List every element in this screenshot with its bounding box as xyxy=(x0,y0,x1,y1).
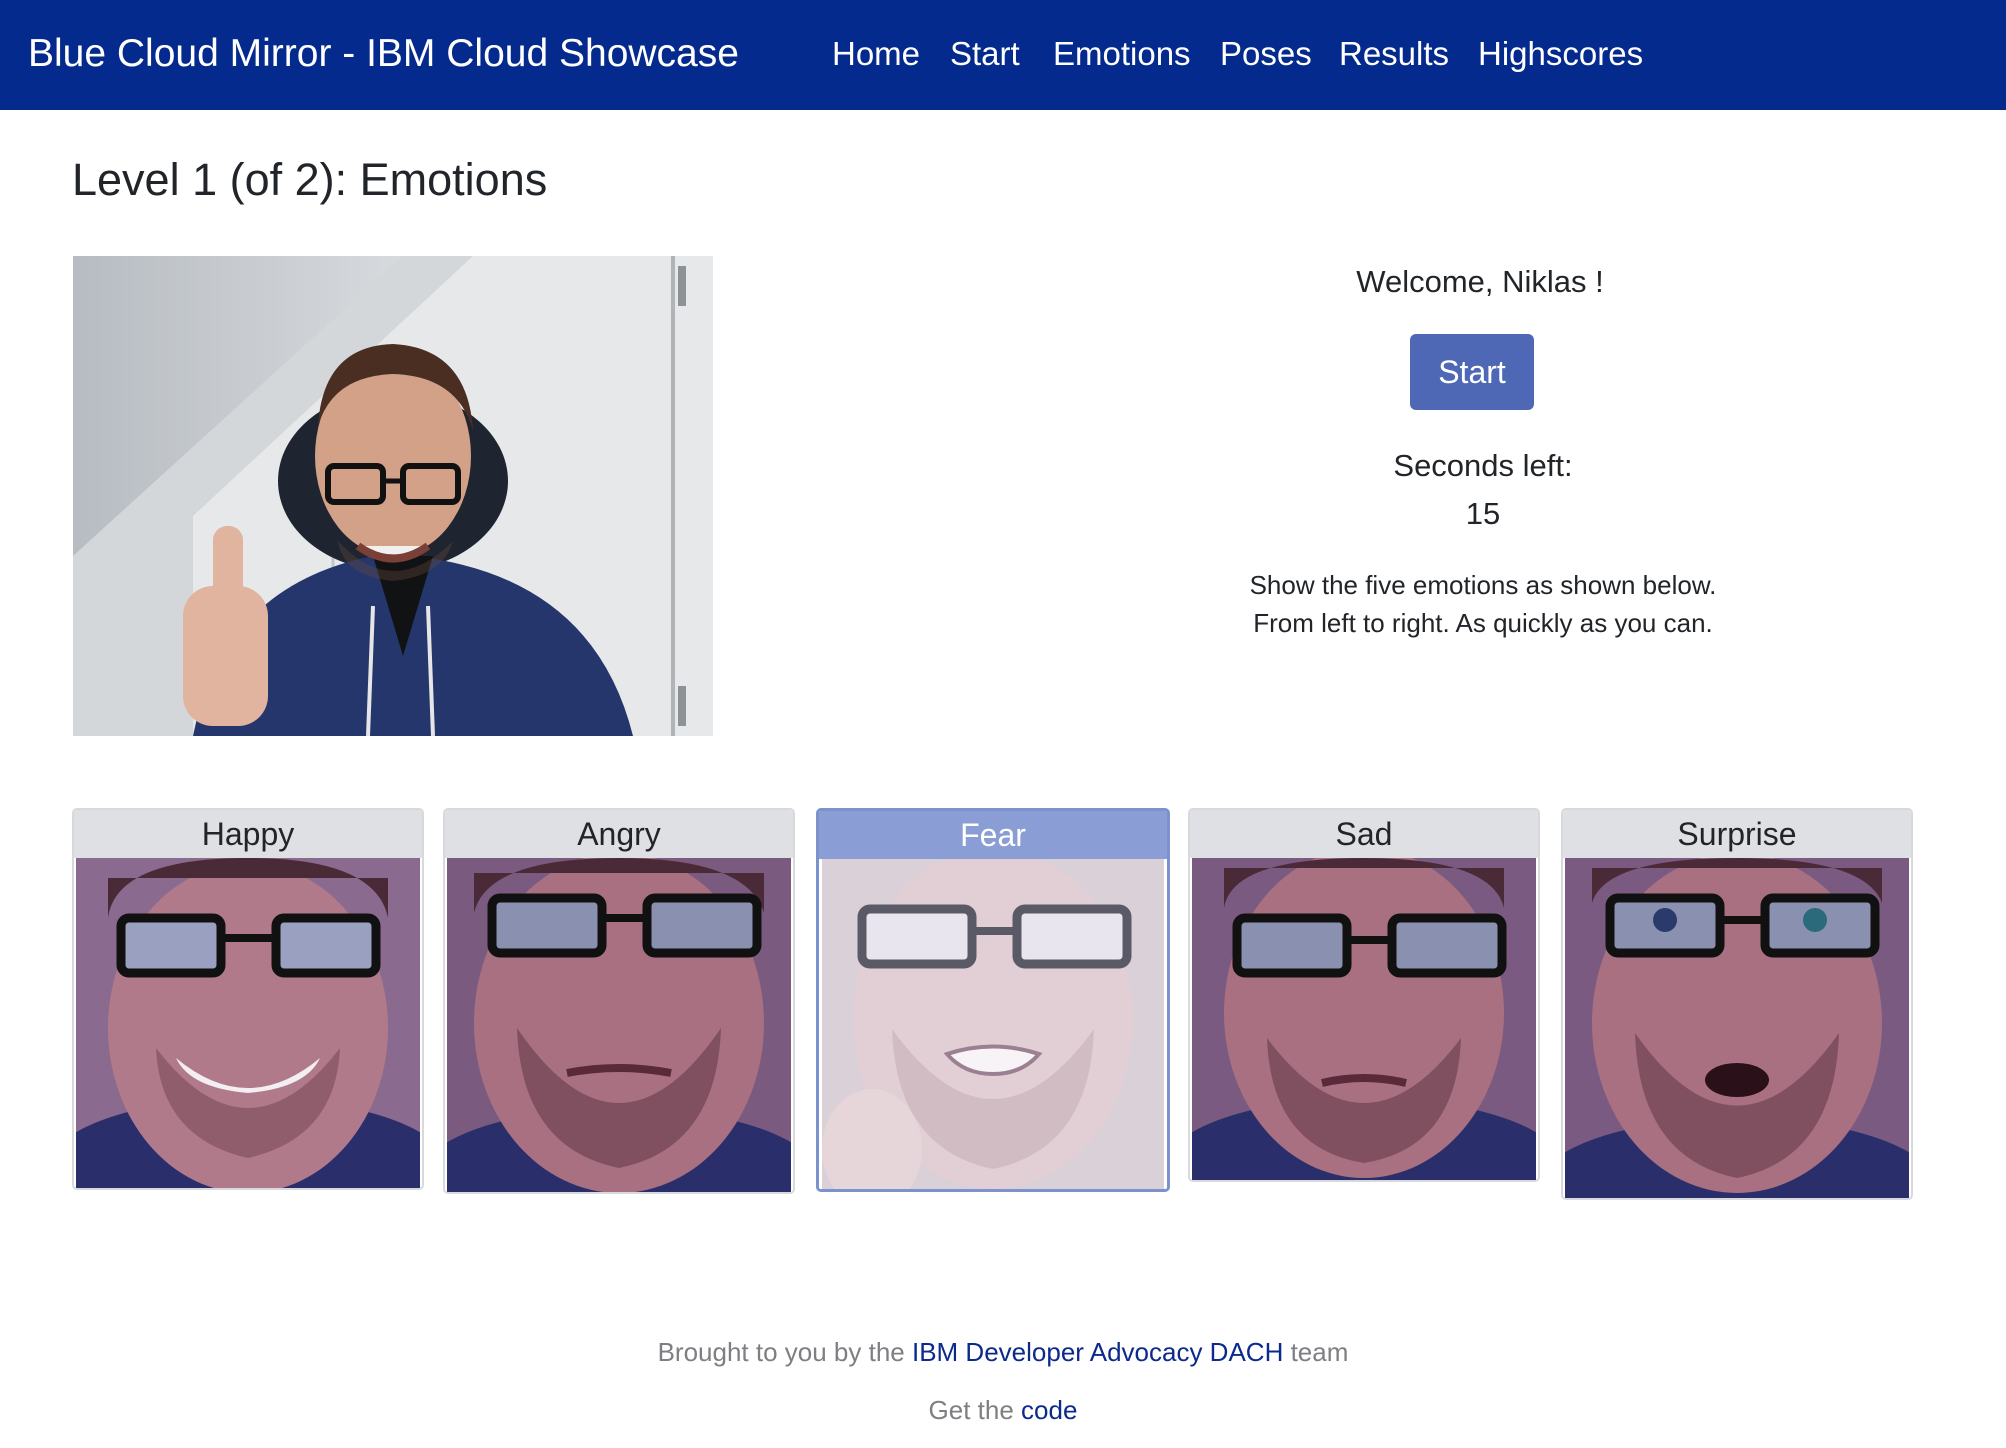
emotion-label: Sad xyxy=(1190,810,1538,858)
footer-code: Get the code xyxy=(0,1392,2006,1428)
footer-credits: Brought to you by the IBM Developer Advo… xyxy=(0,1334,2006,1370)
start-button[interactable]: Start xyxy=(1410,334,1534,410)
nav-start[interactable]: Start xyxy=(950,32,1020,76)
footer-credits-suffix: team xyxy=(1283,1337,1349,1367)
emotion-face-image xyxy=(822,859,1164,1189)
page-title: Level 1 (of 2): Emotions xyxy=(72,154,548,205)
emotion-card-sad: Sad xyxy=(1188,808,1540,1182)
footer-credits-prefix: Brought to you by the xyxy=(657,1337,912,1367)
emotion-face-image xyxy=(447,858,791,1192)
seconds-left-label: Seconds left: xyxy=(1393,448,1573,483)
emotion-face-image xyxy=(1565,858,1909,1198)
brand-title[interactable]: Blue Cloud Mirror - IBM Cloud Showcase xyxy=(28,30,739,78)
emotion-label: Surprise xyxy=(1563,810,1911,858)
emotion-card-fear: Fear xyxy=(816,808,1170,1192)
footer-code-prefix: Get the xyxy=(928,1395,1022,1425)
emotion-card-angry: Angry xyxy=(443,808,795,1194)
footer-code-link[interactable]: code xyxy=(1021,1395,1077,1425)
emotion-face-image xyxy=(76,858,420,1188)
navbar: Blue Cloud Mirror - IBM Cloud Showcase H… xyxy=(0,0,2006,110)
emotion-face-image xyxy=(1192,858,1536,1180)
nav-results[interactable]: Results xyxy=(1339,32,1449,76)
nav-highscores[interactable]: Highscores xyxy=(1478,32,1643,76)
welcome-message: Welcome, Niklas ! xyxy=(1356,264,1604,299)
emotion-card-surprise: Surprise xyxy=(1561,808,1913,1200)
emotion-label: Angry xyxy=(445,810,793,858)
emotion-label: Fear xyxy=(819,811,1167,859)
instructions-line-1: Show the five emotions as shown below. xyxy=(1249,570,1717,600)
instructions: Show the five emotions as shown below. F… xyxy=(1183,566,1783,642)
footer-team-link[interactable]: IBM Developer Advocacy DACH xyxy=(912,1337,1283,1367)
instructions-line-2: From left to right. As quickly as you ca… xyxy=(1253,608,1713,638)
webcam-feed xyxy=(73,256,713,736)
nav-home[interactable]: Home xyxy=(832,32,920,76)
nav-emotions[interactable]: Emotions xyxy=(1053,32,1191,76)
webcam-image xyxy=(73,256,713,736)
emotion-card-happy: Happy xyxy=(72,808,424,1190)
nav-poses[interactable]: Poses xyxy=(1220,32,1312,76)
emotion-label: Happy xyxy=(74,810,422,858)
seconds-left-value: 15 xyxy=(1465,496,1501,531)
